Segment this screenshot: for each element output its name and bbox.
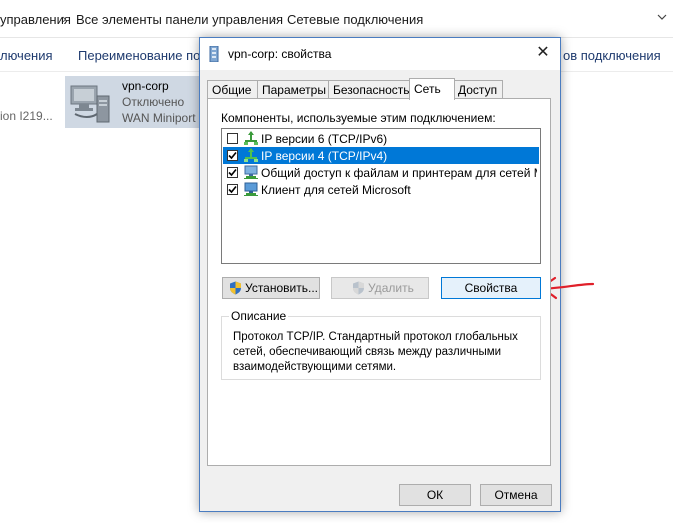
adapter-description-fragment: ion I219... [0, 109, 53, 123]
checkmark-icon [228, 185, 237, 194]
breadcrumb-separator-icon[interactable]: › [272, 11, 276, 26]
ipv4-checkbox[interactable] [227, 150, 238, 161]
tab-sharing[interactable]: Доступ [453, 80, 503, 99]
connection-device: WAN Miniport [122, 111, 196, 125]
list-item-ipv6[interactable]: IP версии 6 (TCP/IPv6) [223, 130, 539, 147]
breadcrumb-all-items[interactable]: Все элементы панели управления [76, 12, 283, 27]
ms-client-checkbox[interactable] [227, 184, 238, 195]
properties-button[interactable]: Свойства [441, 277, 541, 299]
tab-security[interactable]: Безопасность [328, 80, 412, 99]
properties-dialog: vpn-corp: свойства ✕ Общие Параметры Без… [199, 37, 561, 512]
file-sharing-checkbox[interactable] [227, 167, 238, 178]
network-service-icon [243, 165, 259, 180]
components-list[interactable]: IP версии 6 (TCP/IPv6) IP версии 4 (TCP/… [221, 128, 541, 264]
command-rename[interactable]: Переименование подк [78, 48, 213, 63]
list-item-label: IP версии 6 (TCP/IPv6) [261, 132, 388, 146]
breadcrumb-separator-icon[interactable]: › [62, 11, 66, 26]
install-button[interactable]: Установить... [222, 277, 320, 299]
description-title: Описание [229, 309, 289, 323]
list-item-ipv4[interactable]: IP версии 4 (TCP/IPv4) [223, 147, 539, 164]
chevron-down-icon[interactable] [657, 12, 667, 22]
dialog-titlebar[interactable]: vpn-corp: свойства ✕ [200, 38, 560, 70]
checkmark-icon [228, 168, 237, 177]
ok-button[interactable]: ОК [399, 484, 471, 506]
install-button-label: Установить... [245, 281, 318, 295]
remove-button-label: Удалить [368, 281, 414, 295]
description-text: Протокол TCP/IP. Стандартный протокол гл… [233, 331, 518, 373]
remove-button[interactable]: Удалить [331, 277, 429, 299]
command-connect[interactable]: лючения [0, 48, 53, 63]
tab-general[interactable]: Общие [207, 80, 259, 99]
breadcrumb-control-panel[interactable]: управления [0, 12, 71, 27]
list-item-file-printer-sharing[interactable]: Общий доступ к файлам и принтерам для се… [223, 164, 539, 181]
uac-shield-icon [352, 281, 365, 295]
ipv6-checkbox[interactable] [227, 133, 238, 144]
network-client-icon [243, 182, 259, 197]
uac-shield-icon [229, 281, 242, 295]
networking-tab-panel: Компоненты, используемые этим подключени… [207, 98, 551, 466]
network-adapter-icon [208, 45, 220, 63]
connection-name: vpn-corp [122, 79, 169, 93]
tab-options[interactable]: Параметры [257, 80, 330, 99]
connection-status: Отключено [122, 95, 185, 109]
dialog-title: vpn-corp: свойства [228, 47, 332, 61]
list-item-label: IP версии 4 (TCP/IPv4) [261, 149, 388, 163]
breadcrumb-network-connections[interactable]: Сетевые подключения [287, 12, 423, 27]
checkmark-icon [228, 151, 237, 160]
components-label: Компоненты, используемые этим подключени… [221, 111, 496, 125]
tab-networking[interactable]: Сеть [409, 78, 455, 100]
cancel-button[interactable]: Отмена [480, 484, 552, 506]
list-item-ms-client[interactable]: Клиент для сетей Microsoft [223, 181, 539, 198]
network-protocol-icon [243, 131, 259, 146]
close-button[interactable]: ✕ [526, 38, 560, 68]
connection-tile-vpn-corp[interactable]: vpn-corp Отключено WAN Miniport [65, 76, 210, 128]
network-connection-icon [69, 80, 111, 124]
network-protocol-icon [243, 148, 259, 163]
address-bar[interactable]: управления › Все элементы панели управле… [0, 0, 673, 38]
description-group: Описание Протокол TCP/IP. Стандартный пр… [221, 309, 541, 380]
list-item-label: Общий доступ к файлам и принтерам для се… [261, 166, 537, 180]
command-view-status[interactable]: ов подключения [563, 48, 661, 63]
list-item-label: Клиент для сетей Microsoft [261, 183, 411, 197]
